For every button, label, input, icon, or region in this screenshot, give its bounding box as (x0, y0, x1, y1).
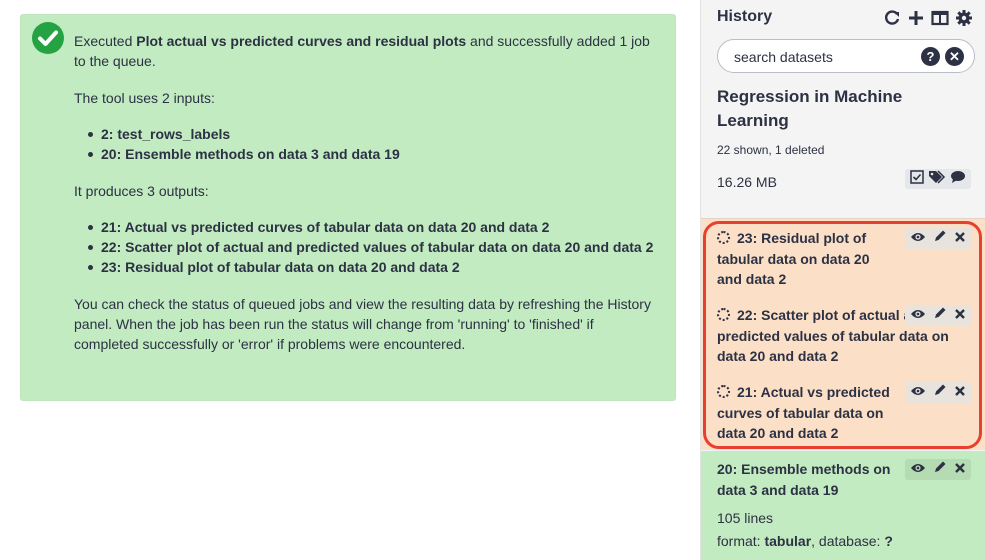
pencil-icon[interactable] (933, 228, 947, 249)
dataset-actions (905, 459, 971, 480)
spinner-icon (717, 231, 730, 244)
database-link[interactable]: ? (884, 533, 893, 549)
dataset-title[interactable]: 20: Ensemble methods on data 3 and data … (717, 459, 897, 500)
inputs-header: The tool uses 2 inputs: (74, 90, 215, 106)
dataset-actions (905, 305, 971, 326)
eye-icon[interactable] (910, 305, 926, 326)
history-panel: History ? ✕ Regression in Machine Learni… (700, 0, 985, 560)
spinner-icon (717, 308, 730, 321)
outputs-list: 21: Actual vs predicted curves of tabula… (74, 217, 655, 277)
delete-icon[interactable] (954, 228, 966, 249)
delete-icon[interactable] (954, 305, 966, 326)
dataset-header[interactable]: 20: Ensemble methods on data 3 and data … (717, 459, 979, 500)
job-submitted-message: Executed Plot actual vs predicted curves… (20, 14, 676, 401)
eye-icon[interactable] (910, 459, 926, 480)
select-checkbox-icon[interactable] (910, 169, 924, 189)
pencil-icon[interactable] (933, 305, 947, 326)
spinner-icon (717, 385, 730, 398)
history-toolbar (882, 8, 973, 28)
queued-datasets-group: 23: Residual plot of tabular data on dat… (701, 218, 985, 450)
dataset-actions (905, 228, 971, 249)
history-size: 16.26 MB (717, 174, 777, 190)
clear-search-icon[interactable]: ✕ (945, 47, 964, 66)
dataset-item-21[interactable]: 21: Actual vs predicted curves of tabula… (717, 382, 979, 444)
list-item: 2: test_rows_labels (88, 124, 655, 144)
dataset-item-22[interactable]: 22: Scatter plot of actual and predicted… (717, 305, 979, 367)
dataset-line-count: 105 lines (717, 510, 774, 526)
delete-icon[interactable] (954, 459, 966, 480)
history-counts: 22 shown, 1 deleted (717, 143, 825, 157)
list-item: 20: Ensemble methods on data 3 and data … (88, 144, 655, 164)
message-footer: You can check the status of queued jobs … (74, 296, 651, 352)
comment-icon[interactable] (950, 170, 966, 189)
history-title: History (717, 8, 773, 25)
gear-icon[interactable] (954, 9, 973, 28)
dataset-item-23[interactable]: 23: Residual plot of tabular data on dat… (717, 228, 979, 290)
tool-name: Plot actual vs predicted curves and resi… (136, 33, 467, 49)
pencil-icon[interactable] (933, 459, 947, 480)
outputs-header: It produces 3 outputs: (74, 183, 209, 199)
search-datasets-field[interactable]: ? ✕ (717, 39, 975, 73)
list-item: 23: Residual plot of tabular data on dat… (88, 257, 655, 277)
columns-icon[interactable] (930, 9, 949, 28)
dataset-title[interactable]: 23: Residual plot of tabular data on dat… (717, 230, 869, 287)
plus-icon[interactable] (906, 9, 925, 28)
history-actions (905, 169, 971, 189)
dataset-actions (905, 382, 971, 403)
delete-icon[interactable] (954, 382, 966, 403)
center-panel: Executed Plot actual vs predicted curves… (0, 0, 700, 560)
check-circle-icon (32, 22, 64, 54)
inputs-list: 2: test_rows_labels 20: Ensemble methods… (74, 124, 655, 164)
dataset-title[interactable]: 21: Actual vs predicted curves of tabula… (717, 384, 890, 441)
question-icon[interactable]: ? (921, 47, 940, 66)
eye-icon[interactable] (910, 228, 926, 249)
pencil-icon[interactable] (933, 382, 947, 403)
history-name[interactable]: Regression in Machine Learning (717, 85, 947, 133)
list-item: 21: Actual vs predicted curves of tabula… (88, 217, 655, 237)
tags-icon[interactable] (928, 169, 946, 189)
list-item: 22: Scatter plot of actual and predicted… (88, 239, 654, 255)
search-input[interactable] (734, 49, 914, 65)
eye-icon[interactable] (910, 382, 926, 403)
refresh-icon[interactable] (882, 9, 901, 28)
message-intro: Executed Plot actual vs predicted curves… (74, 33, 650, 69)
dataset-format: format: tabular, database: ? (717, 533, 893, 549)
